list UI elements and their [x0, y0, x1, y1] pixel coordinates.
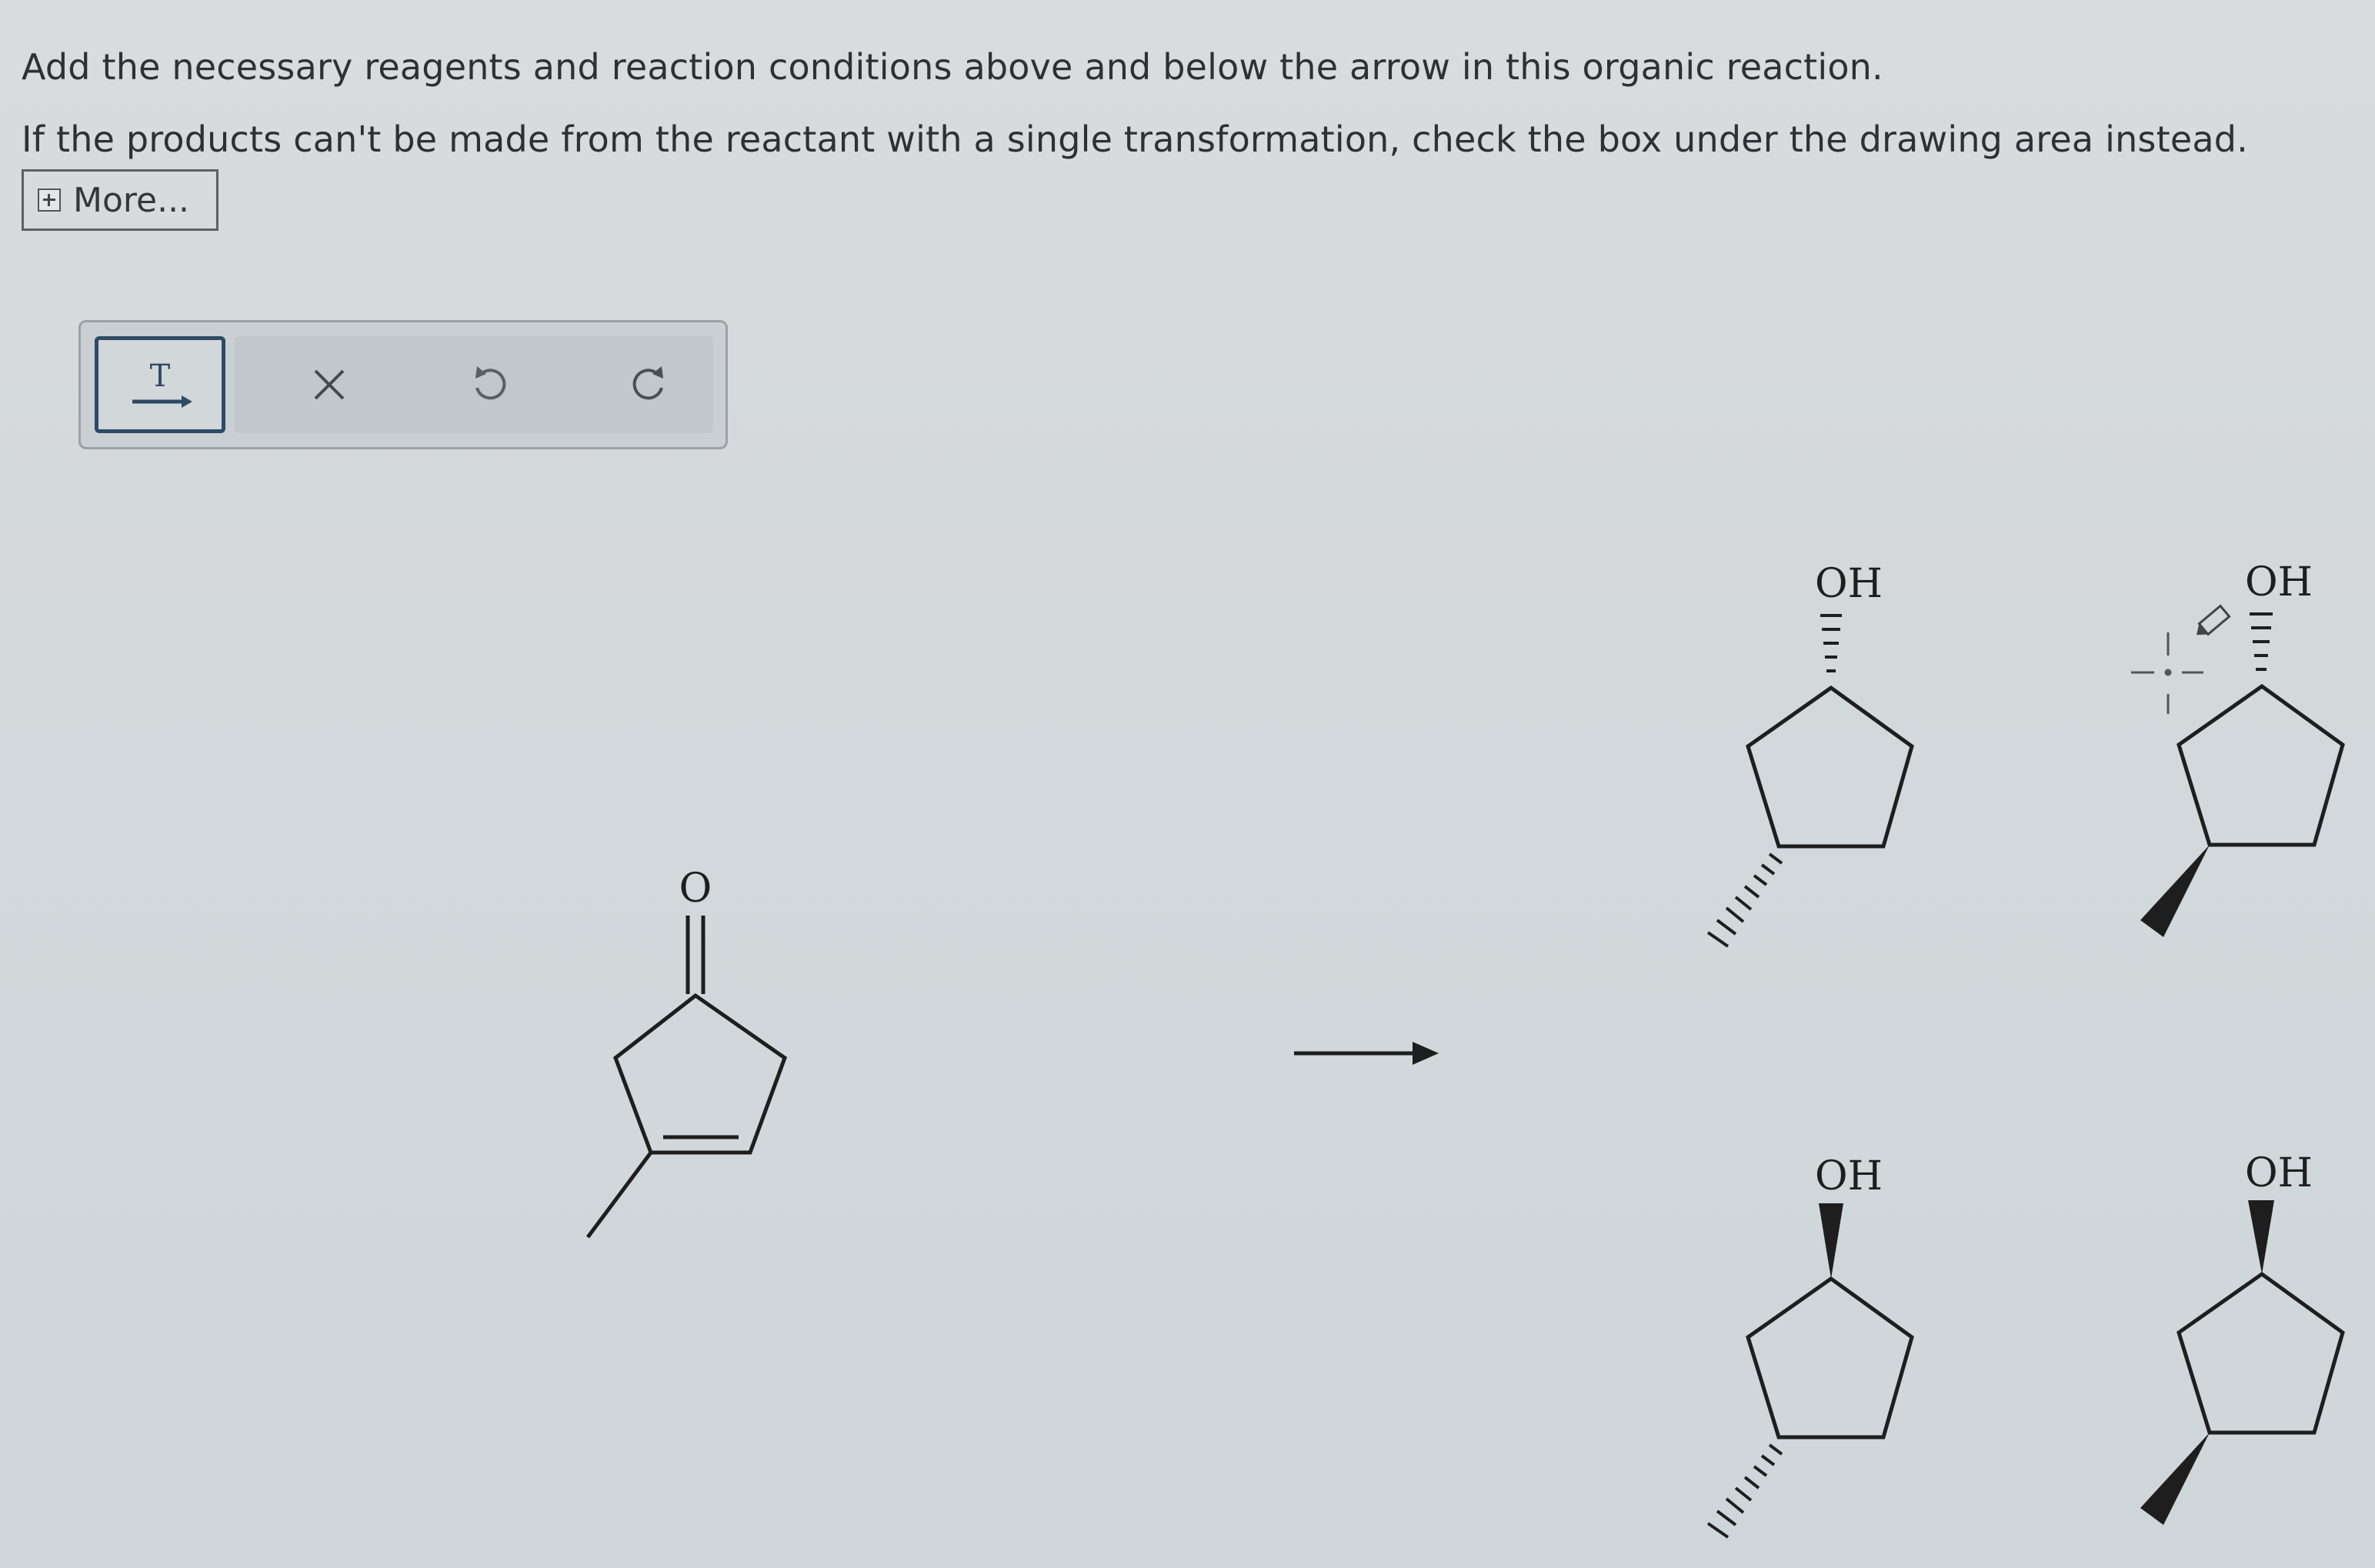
page: Add the necessary reagents and reaction …	[0, 0, 2375, 1568]
product-3-molecule[interactable]	[1706, 1203, 1914, 1539]
product-2-wedge-methyl	[2140, 845, 2210, 937]
product-4-ring	[2177, 1271, 2345, 1435]
product-2-oh-label: OH	[2245, 559, 2313, 606]
pencil-icon	[2197, 604, 2231, 636]
product-3-ring	[1746, 1276, 1914, 1440]
drawing-canvas[interactable]: O OH OH OH OH	[0, 0, 2375, 1568]
product-4-oh-label: OH	[2245, 1150, 2313, 1196]
product-4-wedge-methyl	[2140, 1433, 2210, 1525]
product-3-oh-label: OH	[1815, 1153, 1883, 1199]
product-1-hash-methyl	[1706, 852, 1783, 948]
reactant-oxygen-label: O	[679, 866, 712, 912]
product-1-molecule[interactable]	[1706, 614, 1914, 948]
product-1-oh-label: OH	[1815, 561, 1883, 607]
product-4-wedge-oh	[2248, 1200, 2274, 1274]
reactant-methyl-bond	[585, 1151, 653, 1239]
product-2-hash-oh	[2250, 612, 2273, 671]
product-3-wedge-oh	[1819, 1203, 1843, 1279]
product-4-molecule[interactable]	[2140, 1200, 2345, 1525]
product-2-molecule[interactable]	[2140, 612, 2345, 937]
product-1-ring	[1746, 685, 1914, 849]
crosshair-cursor-icon	[2131, 632, 2203, 714]
reactant-molecule[interactable]	[585, 916, 788, 1239]
product-1-hash-oh	[1820, 614, 1842, 672]
reaction-arrow[interactable]	[1294, 1042, 1439, 1065]
product-2-ring	[2177, 683, 2345, 847]
product-3-hash-methyl	[1706, 1443, 1783, 1539]
reactant-ring	[613, 993, 788, 1155]
